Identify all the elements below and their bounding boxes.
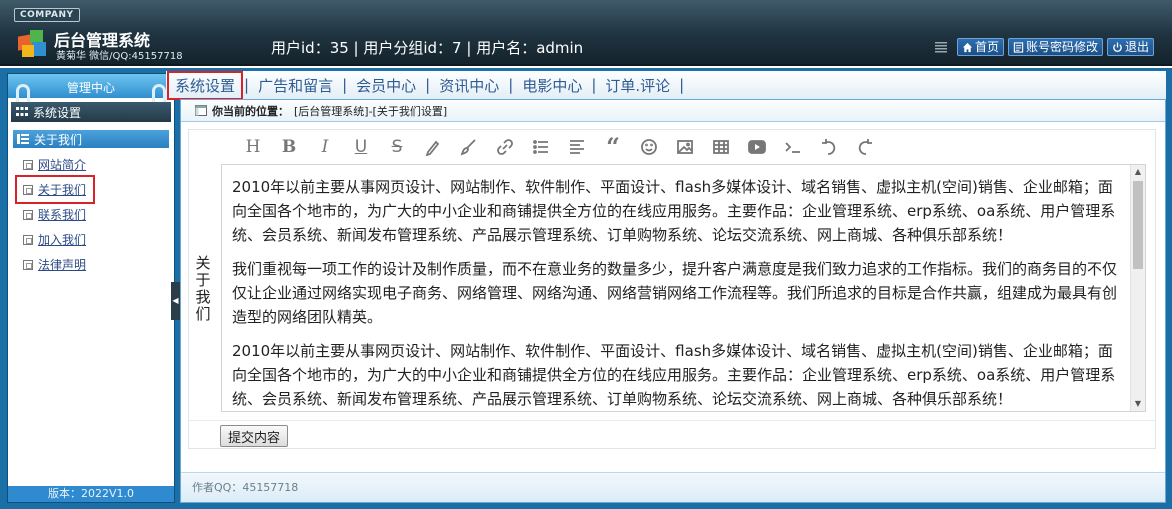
list-doc-icon <box>1013 41 1024 53</box>
sidebar-heading-label: 管理中心 <box>66 81 115 95</box>
home-button[interactable]: 首页 <box>956 38 1004 56</box>
content-paragraph: 2010年以前主要从事网页设计、网站制作、软件制作、平面设计、flash多媒体设… <box>232 342 1116 408</box>
document-icon <box>23 259 33 270</box>
code-icon[interactable] <box>775 132 811 162</box>
nav-tab-system[interactable]: 系统设置 <box>166 70 244 100</box>
field-label: 关于我们 <box>189 130 217 448</box>
sidebar-item-legal[interactable]: 法律声明 <box>23 252 174 277</box>
submit-row: 提交内容 <box>189 420 1155 448</box>
content-paragraph: 2010年以前主要从事网页设计、网站制作、软件制作、平面设计、flash多媒体设… <box>232 178 1116 244</box>
sidebar-section-label: 系统设置 <box>33 105 82 120</box>
nav-tab-orders[interactable]: 订单.评论 <box>596 75 679 96</box>
logout-button[interactable]: 退出 <box>1106 38 1154 56</box>
sidebar-collapse-handle[interactable]: ◀ <box>171 282 180 320</box>
sidebar-sub-list: 网站简介 关于我们 联系我们 加入我们 法律声明 <box>8 152 174 277</box>
strikethrough-icon[interactable]: S <box>379 132 415 162</box>
align-icon[interactable] <box>559 132 595 162</box>
system-subtitle: 黄菊华 微信/QQ:45157718 <box>56 51 183 62</box>
rich-text-editor: H B I U S “ 2010年以前主要从事网页设计、网站制作、软件制作、平面… <box>221 130 1150 412</box>
document-icon <box>23 209 33 220</box>
sidebar-section-system[interactable]: 系统设置 <box>11 102 171 122</box>
undo-icon[interactable] <box>811 132 847 162</box>
nav-tab-members[interactable]: 会员中心 <box>347 75 425 96</box>
header-actions: 首页 账号密码修改 退出 <box>934 38 1154 56</box>
emoji-icon[interactable] <box>631 132 667 162</box>
sidebar-group-label: 关于我们 <box>34 132 83 147</box>
sidebar-item-label[interactable]: 关于我们 <box>38 181 86 198</box>
breadcrumb-path: [后台管理系统]-[关于我们设置] <box>294 104 448 118</box>
scroll-down-icon[interactable]: ▼ <box>1131 397 1145 411</box>
document-icon <box>23 234 33 245</box>
power-icon <box>1113 41 1122 52</box>
nav-tab-news[interactable]: 资讯中心 <box>430 75 508 96</box>
sidebar-item-label[interactable]: 网站简介 <box>38 156 86 173</box>
nav-tab-ads[interactable]: 广告和留言 <box>249 75 342 96</box>
sidebar-item-label[interactable]: 加入我们 <box>38 231 86 248</box>
version-label: 版本：2022V1.0 <box>8 486 174 502</box>
breadcrumb-label: 你当前的位置： <box>212 104 289 118</box>
sidebar: 管理中心 系统设置 关于我们 网站简介 关于我们 联系我们 加入我们 法律声明 … <box>7 73 175 503</box>
user-info: 用户id：35 | 用户分组id：7 | 用户名：admin <box>271 39 584 57</box>
redo-icon[interactable] <box>847 132 883 162</box>
sidebar-group-about[interactable]: 关于我们 <box>13 130 169 148</box>
italic-icon[interactable]: I <box>307 132 343 162</box>
sidebar-item-site-intro[interactable]: 网站简介 <box>23 152 174 177</box>
underline-icon[interactable]: U <box>343 132 379 162</box>
sidebar-item-about-us[interactable]: 关于我们 <box>15 175 95 204</box>
content-paragraph: 我们重视每一项工作的设计及制作质量，而不在意业务的数量多少，提升客户满意度是我们… <box>232 260 1118 326</box>
account-label: 账号密码修改 <box>1025 40 1098 54</box>
sidebar-heading: 管理中心 <box>8 74 174 102</box>
main-content: 你当前的位置： [后台管理系统]-[关于我们设置] 关于我们 H B I U S… <box>180 99 1166 503</box>
link-icon[interactable] <box>487 132 523 162</box>
logout-label: 退出 <box>1124 40 1149 54</box>
top-nav: 系统设置 | 广告和留言 | 会员中心 | 资讯中心 | 电影中心 | 订单.评… <box>166 70 1166 100</box>
breadcrumb: 你当前的位置： [后台管理系统]-[关于我们设置] <box>181 100 1165 122</box>
sidebar-item-contact-us[interactable]: 联系我们 <box>23 202 174 227</box>
binder-ring-icon <box>152 84 166 102</box>
image-icon[interactable] <box>667 132 703 162</box>
nav-tab-movies[interactable]: 电影中心 <box>513 75 591 96</box>
app-header: COMPANY 后台管理系统 黄菊华 微信/QQ:45157718 用户id：3… <box>0 0 1172 66</box>
video-icon[interactable] <box>739 132 775 162</box>
list-icon <box>17 134 29 144</box>
document-icon <box>23 184 33 195</box>
nav-separator: | <box>679 76 685 94</box>
table-icon[interactable] <box>703 132 739 162</box>
bold-icon[interactable]: B <box>271 132 307 162</box>
binder-ring-icon <box>16 84 30 102</box>
scroll-up-icon[interactable]: ▲ <box>1131 165 1145 179</box>
sidebar-item-label[interactable]: 法律声明 <box>38 256 86 273</box>
window-icon <box>195 105 207 116</box>
editor-toolbar: H B I U S “ <box>221 130 1150 164</box>
cubes-logo-icon <box>18 30 46 57</box>
heading-icon[interactable]: H <box>235 132 271 162</box>
sidebar-item-label[interactable]: 联系我们 <box>38 206 86 223</box>
sidebar-item-join-us[interactable]: 加入我们 <box>23 227 174 252</box>
menu-lines-icon <box>934 42 947 53</box>
home-label: 首页 <box>974 40 999 54</box>
editor-content-area[interactable]: 2010年以前主要从事网页设计、网站制作、软件制作、平面设计、flash多媒体设… <box>221 164 1146 412</box>
brush-icon[interactable] <box>451 132 487 162</box>
quote-icon[interactable]: “ <box>595 132 631 162</box>
account-password-button[interactable]: 账号密码修改 <box>1007 38 1103 56</box>
submit-button[interactable]: 提交内容 <box>220 425 289 447</box>
home-icon <box>962 42 973 52</box>
field-label-text: 关于我们 <box>193 255 212 323</box>
scroll-thumb[interactable] <box>1133 181 1143 269</box>
editor-scrollbar[interactable]: ▲ ▼ <box>1130 165 1145 411</box>
grid-icon <box>16 107 28 116</box>
editor-content[interactable]: 2010年以前主要从事网页设计、网站制作、软件制作、平面设计、flash多媒体设… <box>222 165 1145 411</box>
pen-icon[interactable] <box>415 132 451 162</box>
company-badge: COMPANY <box>14 8 80 22</box>
about-form: 关于我们 H B I U S “ 2010年以前主要从事网页设计、网站制作、软件… <box>188 129 1156 449</box>
list-icon[interactable] <box>523 132 559 162</box>
author-footer: 作者QQ：45157718 <box>181 472 1165 502</box>
document-icon <box>23 159 33 170</box>
